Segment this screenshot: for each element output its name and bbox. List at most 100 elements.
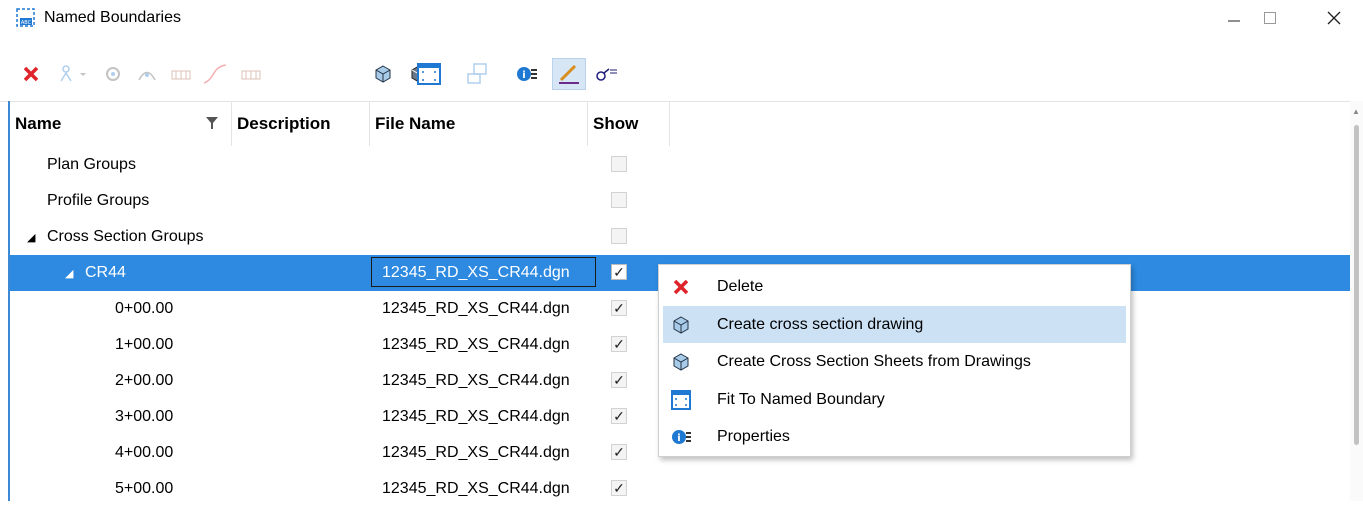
red-x-icon xyxy=(671,277,691,297)
cube-icon xyxy=(671,315,691,335)
row-name: 5+00.00 xyxy=(115,480,174,497)
grid-icon xyxy=(171,70,191,80)
properties-button[interactable]: i xyxy=(512,58,542,90)
close-button[interactable] xyxy=(1310,0,1358,36)
menu-item-label: Create Cross Section Sheets from Drawing… xyxy=(717,353,1031,370)
table-row[interactable]: Profile Groups xyxy=(10,183,1350,219)
show-checkbox[interactable]: ✓ xyxy=(611,444,627,460)
show-checkbox[interactable]: ✓ xyxy=(611,264,627,280)
row-file-name: 12345_RD_XS_CR44.dgn xyxy=(382,300,570,317)
window-title: Named Boundaries xyxy=(44,9,181,26)
row-name: 0+00.00 xyxy=(115,300,174,317)
menu-item-properties[interactable]: i Properties xyxy=(663,418,1126,455)
tool-3-button[interactable] xyxy=(98,58,128,90)
row-name: Cross Section Groups xyxy=(47,228,204,245)
vertical-scrollbar[interactable]: ▲ xyxy=(1350,101,1363,501)
row-file-name: 12345_RD_XS_CR44.dgn xyxy=(382,336,570,353)
properties-icon: i xyxy=(517,67,537,81)
create-cross-section-button[interactable] xyxy=(368,58,398,90)
create-named-boundary-button[interactable] xyxy=(56,58,92,90)
named-boundaries-app-icon: ABC xyxy=(16,8,35,27)
column-header-show[interactable]: Show xyxy=(588,101,670,146)
menu-item-label: Delete xyxy=(717,278,764,295)
grid-header: Name Description File Name Show xyxy=(10,101,1350,146)
draw-button[interactable] xyxy=(552,58,586,90)
show-checkbox[interactable] xyxy=(611,156,627,172)
row-name: 3+00.00 xyxy=(115,408,174,425)
svg-text:ABC: ABC xyxy=(21,20,32,26)
menu-item-label: Properties xyxy=(717,428,790,445)
show-checkbox[interactable]: ✓ xyxy=(611,300,627,316)
row-file-name: 12345_RD_XS_CR44.dgn xyxy=(382,408,570,425)
row-name: CR44 xyxy=(85,264,126,281)
table-row[interactable]: Plan Groups xyxy=(10,147,1350,183)
menu-item-delete[interactable]: Delete xyxy=(663,268,1126,305)
row-file-name: 12345_RD_XS_CR44.dgn xyxy=(382,480,570,497)
cube-icon xyxy=(671,352,691,372)
stack-icon xyxy=(467,63,487,84)
menu-item-label: Fit To Named Boundary xyxy=(717,390,885,408)
title-bar: ABC Named Boundaries xyxy=(0,0,1363,40)
row-name: Profile Groups xyxy=(47,192,150,209)
column-header-description-label: Description xyxy=(237,113,331,133)
row-name: 1+00.00 xyxy=(115,336,174,353)
expand-toggle-icon[interactable]: ◢ xyxy=(27,231,35,244)
person-dropdown-icon xyxy=(60,65,86,82)
menu-item-create-cross-section-drawing[interactable]: Create cross section drawing xyxy=(663,305,1126,343)
table-row[interactable]: 5+00.00 12345_RD_XS_CR44.dgn ✓ xyxy=(10,471,1350,507)
row-name: Plan Groups xyxy=(47,156,136,173)
row-file-name: 12345_RD_XS_CR44.dgn xyxy=(382,372,570,389)
table-row[interactable]: ◢ Cross Section Groups xyxy=(10,219,1350,255)
tool-7-button[interactable] xyxy=(236,58,266,90)
properties-icon: i xyxy=(671,427,691,447)
row-name: 4+00.00 xyxy=(115,444,174,461)
delete-button[interactable] xyxy=(16,58,46,90)
row-file-name: 12345_RD_XS_CR44.dgn xyxy=(382,444,570,461)
scroll-up-arrow-icon[interactable]: ▲ xyxy=(1352,107,1360,116)
scroll-thumb[interactable] xyxy=(1354,125,1359,445)
context-menu: Delete Create cross section drawing Create… xyxy=(658,264,1131,457)
toolbar: i xyxy=(0,58,1363,94)
close-icon xyxy=(1327,11,1341,25)
fit-view-icon xyxy=(417,63,441,85)
column-header-file-name-label: File Name xyxy=(375,113,456,133)
svg-text:i: i xyxy=(522,70,525,81)
column-header-name[interactable]: Name xyxy=(10,101,232,146)
filter-icon[interactable] xyxy=(205,116,219,130)
menu-item-create-cross-section-sheets[interactable]: Create Cross Section Sheets from Drawing… xyxy=(663,343,1126,380)
fit-to-boundary-button[interactable] xyxy=(414,58,444,90)
gear-icon xyxy=(106,67,120,81)
row-name: 2+00.00 xyxy=(115,372,174,389)
column-header-description[interactable]: Description xyxy=(232,101,370,146)
show-checkbox[interactable]: ✓ xyxy=(611,372,627,388)
red-x-icon xyxy=(23,66,39,82)
fit-view-icon xyxy=(671,389,691,410)
profile-curve-icon xyxy=(203,64,227,84)
grid-icon xyxy=(241,70,261,80)
show-checkbox[interactable] xyxy=(611,228,627,244)
settings-key-icon xyxy=(596,68,617,81)
show-checkbox[interactable] xyxy=(611,192,627,208)
cell-focus-border xyxy=(371,257,596,287)
menu-item-label: Create cross section drawing xyxy=(717,315,924,333)
arc-icon xyxy=(138,71,156,81)
menu-item-fit-to-named-boundary[interactable]: Fit To Named Boundary xyxy=(663,381,1126,418)
show-checkbox[interactable]: ✓ xyxy=(611,336,627,352)
cube-icon xyxy=(375,65,391,83)
tool-4-button[interactable] xyxy=(132,58,162,90)
minimize-icon xyxy=(1228,20,1240,22)
svg-text:i: i xyxy=(677,433,680,444)
maximize-button[interactable] xyxy=(1246,0,1294,36)
settings-button[interactable] xyxy=(592,58,622,90)
tool-10-button[interactable] xyxy=(462,58,492,90)
show-checkbox[interactable]: ✓ xyxy=(611,408,627,424)
tool-5-button[interactable] xyxy=(166,58,196,90)
pencil-icon xyxy=(559,64,579,84)
column-header-name-label: Name xyxy=(15,113,62,133)
column-header-show-label: Show xyxy=(593,113,639,133)
show-checkbox[interactable]: ✓ xyxy=(611,480,627,496)
column-header-file-name[interactable]: File Name xyxy=(370,101,588,146)
maximize-icon xyxy=(1264,12,1276,24)
expand-toggle-icon[interactable]: ◢ xyxy=(65,267,73,280)
tool-6-button[interactable] xyxy=(200,58,230,90)
